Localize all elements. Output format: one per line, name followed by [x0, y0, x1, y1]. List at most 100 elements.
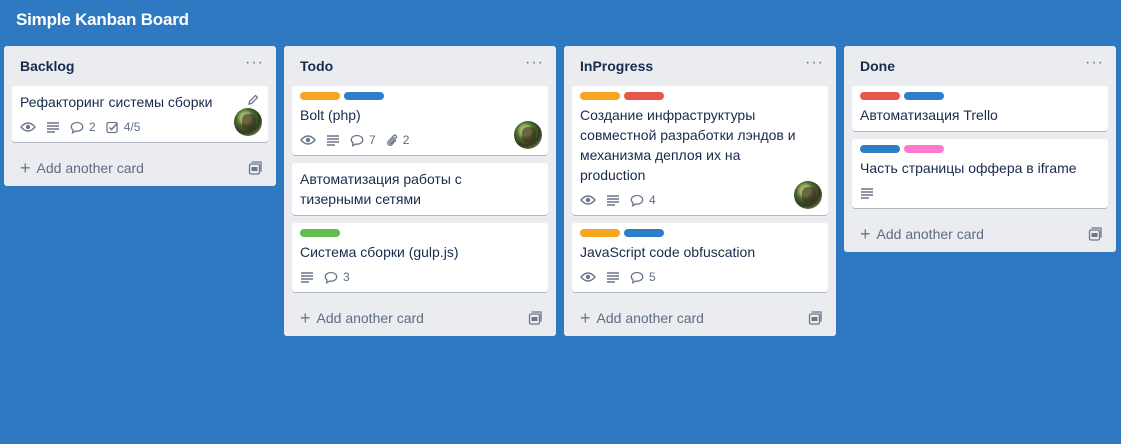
description-icon: [607, 272, 619, 283]
plus-icon: +: [300, 308, 311, 328]
list-title[interactable]: InProgress: [580, 58, 653, 74]
pencil-icon[interactable]: [246, 93, 260, 107]
eye-icon: [20, 122, 36, 132]
label-orange[interactable]: [580, 92, 620, 100]
add-card-label: Add another card: [596, 310, 704, 326]
card-labels: [580, 92, 820, 100]
card[interactable]: JavaScript code obfuscation 5: [572, 223, 828, 292]
list-menu-button[interactable]: ···: [805, 55, 824, 77]
add-card-button[interactable]: + Add another card: [860, 225, 984, 243]
list-done: Done ··· Автоматизация Trello Часть стра…: [844, 46, 1116, 252]
card[interactable]: Рефакторинг системы сборки 2 4/5: [12, 86, 268, 142]
list-todo: Todo ··· Bolt (php) 7 2 Автоматизация ра…: [284, 46, 556, 336]
description-badge: [46, 121, 60, 133]
member-avatar[interactable]: [514, 121, 542, 149]
add-card-row: + Add another card: [852, 216, 1108, 252]
label-blue[interactable]: [344, 92, 384, 100]
card[interactable]: Создание инфраструктуры совместной разра…: [572, 86, 828, 215]
card-title: Часть страницы оффера в iframe: [860, 160, 1077, 176]
card-title: Bolt (php): [300, 107, 361, 123]
card-title: Рефакторинг системы сборки: [20, 94, 213, 110]
member-avatar[interactable]: [234, 108, 262, 136]
description-badge: [606, 271, 620, 283]
description-icon: [327, 135, 339, 146]
label-red[interactable]: [860, 92, 900, 100]
list-title[interactable]: Todo: [300, 58, 333, 74]
plus-icon: +: [580, 308, 591, 328]
card-badges: 5: [580, 266, 820, 288]
plus-icon: +: [860, 224, 871, 244]
eye-icon: [580, 272, 596, 282]
list-menu-button[interactable]: ···: [525, 55, 544, 77]
add-card-row: + Add another card: [292, 300, 548, 336]
comments-badge: 4: [630, 193, 656, 207]
watch-badge: [20, 121, 36, 133]
card-labels: [860, 92, 1100, 100]
card-badges: 3: [300, 266, 540, 288]
board-title[interactable]: Simple Kanban Board: [16, 10, 189, 30]
list-menu-button[interactable]: ···: [1085, 55, 1104, 77]
list-header: Todo ···: [292, 46, 548, 86]
description-badge: [326, 134, 340, 146]
attachments-badge: 2: [386, 133, 410, 147]
card-badges: 2 4/5: [20, 116, 260, 138]
eye-icon: [580, 195, 596, 205]
comment-icon: [324, 271, 338, 284]
card-title: Автоматизация Trello: [860, 107, 998, 123]
card-labels: [300, 229, 540, 237]
label-orange[interactable]: [300, 92, 340, 100]
list-title[interactable]: Backlog: [20, 58, 74, 74]
add-card-button[interactable]: + Add another card: [300, 309, 424, 327]
comments-badge: 3: [324, 270, 350, 284]
comments-badge: 5: [630, 270, 656, 284]
paperclip-icon: [386, 134, 397, 147]
card-labels: [580, 229, 820, 237]
member-avatar[interactable]: [794, 181, 822, 209]
label-orange[interactable]: [580, 229, 620, 237]
comments-badge: 7: [350, 133, 376, 147]
label-green[interactable]: [300, 229, 340, 237]
label-blue[interactable]: [904, 92, 944, 100]
add-card-button[interactable]: + Add another card: [580, 309, 704, 327]
add-card-label: Add another card: [876, 226, 984, 242]
card-badges: 7 2: [300, 129, 540, 151]
watch-badge: [300, 134, 316, 146]
card-title: Создание инфраструктуры совместной разра…: [580, 107, 796, 183]
card-badges: 4: [580, 189, 820, 211]
card[interactable]: Автоматизация Trello: [852, 86, 1108, 131]
list-backlog: Backlog ··· Рефакторинг системы сборки 2: [4, 46, 276, 186]
description-icon: [861, 188, 873, 199]
checklist-badge: 4/5: [106, 120, 140, 134]
eye-icon: [300, 135, 316, 145]
label-red[interactable]: [624, 92, 664, 100]
comment-icon: [350, 134, 364, 147]
card-template-icon[interactable]: [808, 311, 822, 325]
card-labels: [300, 92, 540, 100]
add-card-row: + Add another card: [12, 150, 268, 186]
card[interactable]: Bolt (php) 7 2: [292, 86, 548, 155]
list-title[interactable]: Done: [860, 58, 895, 74]
list-menu-button[interactable]: ···: [245, 55, 264, 77]
card-template-icon[interactable]: [248, 161, 262, 175]
comments-count: 3: [343, 270, 350, 284]
card-title: Автоматизация работы с тизерными сетями: [300, 171, 462, 207]
add-card-button[interactable]: + Add another card: [20, 159, 144, 177]
card-template-icon[interactable]: [528, 311, 542, 325]
card[interactable]: Автоматизация работы с тизерными сетями: [292, 163, 548, 215]
add-card-row: + Add another card: [572, 300, 828, 336]
card-labels: [860, 145, 1100, 153]
label-blue[interactable]: [860, 145, 900, 153]
comments-count: 7: [369, 133, 376, 147]
card-template-icon[interactable]: [1088, 227, 1102, 241]
card-title: JavaScript code obfuscation: [580, 244, 756, 260]
card[interactable]: Система сборки (gulp.js) 3: [292, 223, 548, 292]
label-blue[interactable]: [624, 229, 664, 237]
card[interactable]: Часть страницы оффера в iframe: [852, 139, 1108, 208]
label-pink[interactable]: [904, 145, 944, 153]
comment-icon: [630, 194, 644, 207]
comments-badge: 2: [70, 120, 96, 134]
comments-count: 2: [89, 120, 96, 134]
description-badge: [606, 194, 620, 206]
card-badges: [860, 182, 1100, 204]
attachments-count: 2: [402, 133, 410, 147]
